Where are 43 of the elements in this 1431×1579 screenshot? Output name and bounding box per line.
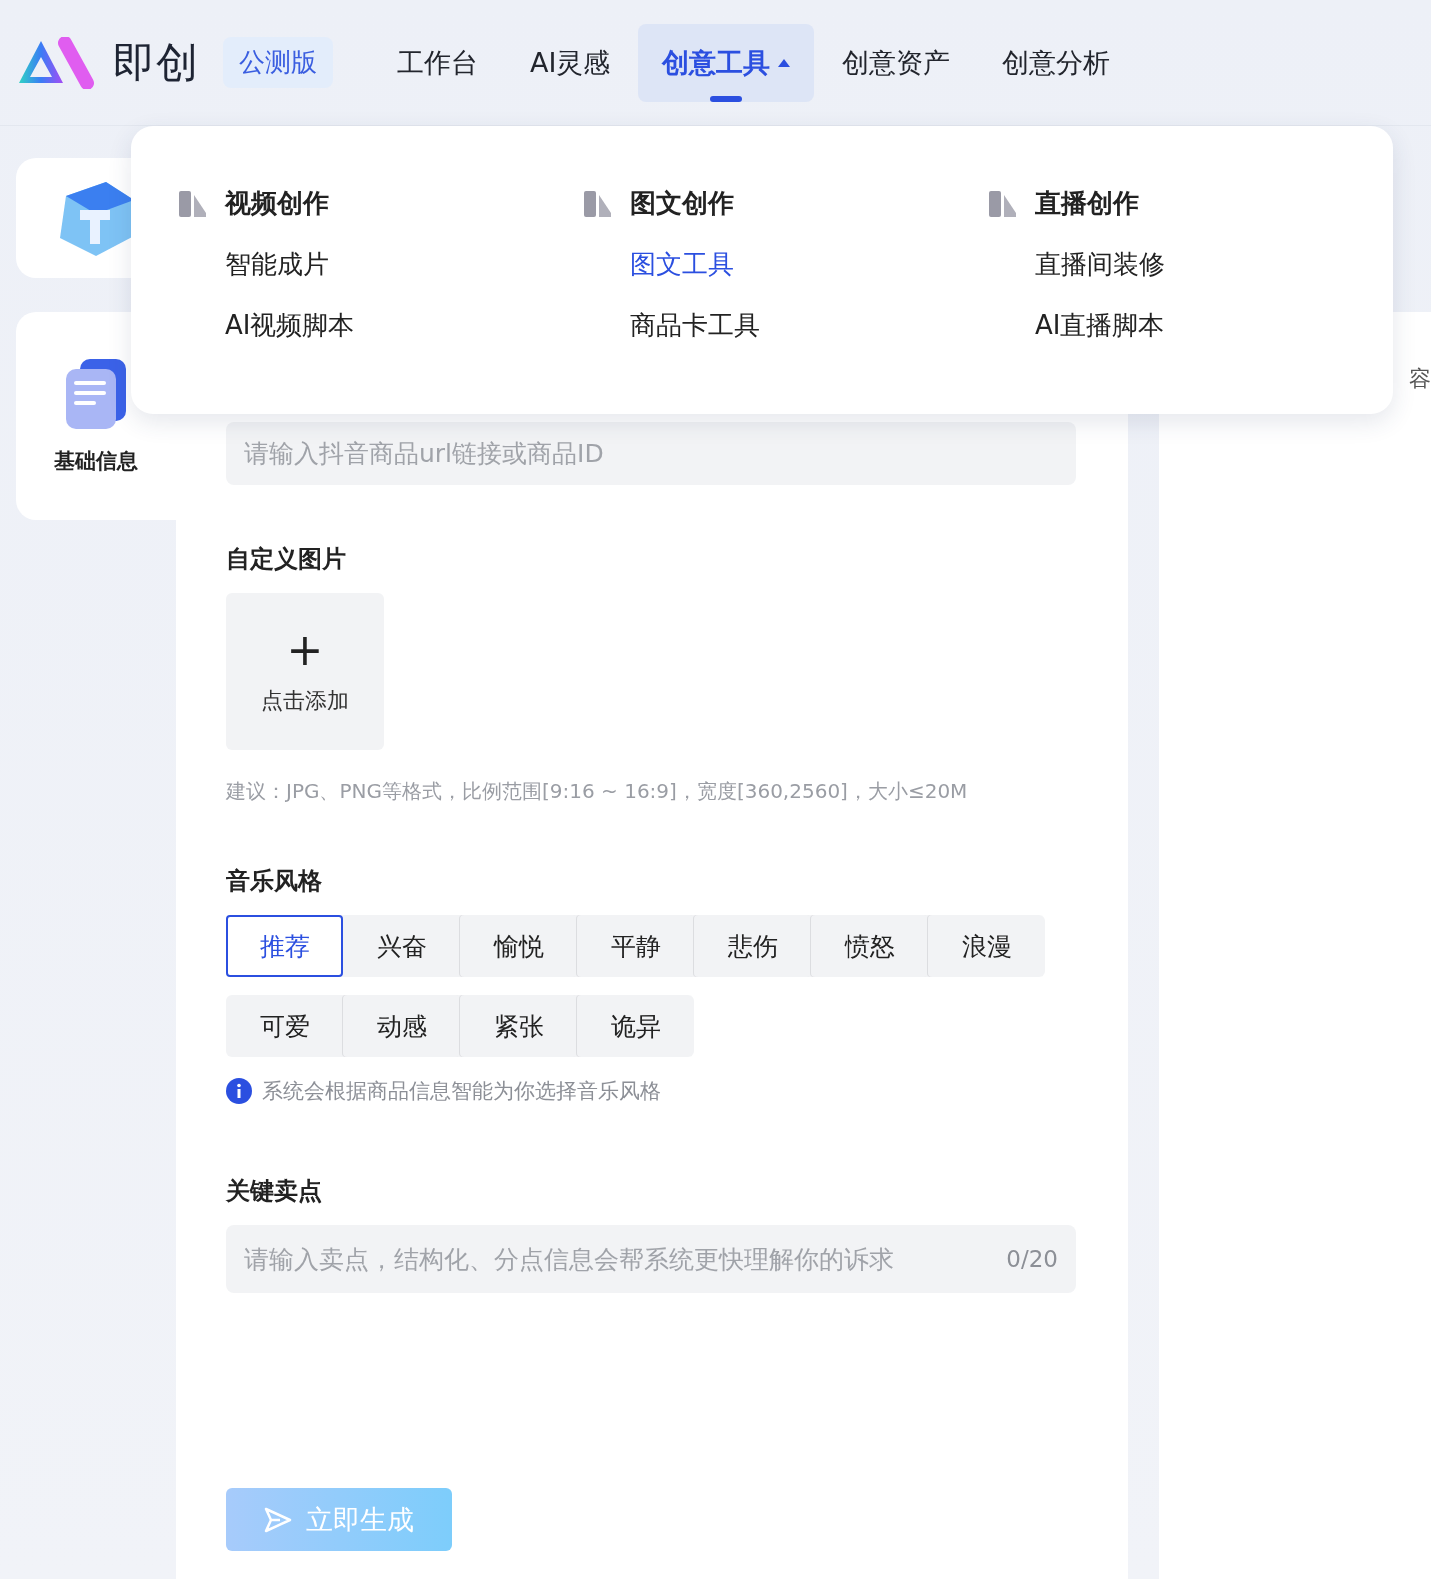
style-chip[interactable]: 愉悦 xyxy=(460,915,577,977)
group-icon xyxy=(989,190,1017,217)
style-chip[interactable]: 平静 xyxy=(577,915,694,977)
style-chip[interactable]: 紧张 xyxy=(460,995,577,1057)
nav-tab[interactable]: AI灵感 xyxy=(506,23,635,102)
group-icon xyxy=(179,190,207,217)
style-chip[interactable]: 诡异 xyxy=(577,995,694,1057)
sidebar-label: 基础信息 xyxy=(54,448,138,475)
send-icon xyxy=(264,1506,292,1533)
style-chip[interactable]: 兴奋 xyxy=(343,915,460,977)
menu-item[interactable]: AI视频脚本 xyxy=(225,308,584,343)
style-chip[interactable]: 推荐 xyxy=(226,915,343,977)
panel-text: 容 xyxy=(1409,365,1431,392)
active-indicator xyxy=(710,95,743,102)
nav-tab[interactable]: 创意工具 xyxy=(638,23,815,102)
style-chip[interactable]: 可爱 xyxy=(226,995,343,1057)
product-link-field[interactable]: 请输入抖音商品url链接或商品ID xyxy=(226,422,1076,485)
nav-tab[interactable]: 创意分析 xyxy=(978,23,1135,102)
section-title: 音乐风格 xyxy=(226,866,322,897)
menu-group-title: 视频创作 xyxy=(225,187,329,220)
menu-item[interactable]: 智能成片 xyxy=(225,247,584,282)
menu-item[interactable]: 直播间装修 xyxy=(1035,247,1394,282)
group-icon xyxy=(584,190,612,217)
char-counter: 0/20 xyxy=(1006,1246,1058,1272)
menu-item[interactable]: AI直播脚本 xyxy=(1035,308,1394,343)
nav-tab[interactable]: 工作台 xyxy=(373,23,502,102)
upload-button[interactable]: + 点击添加 xyxy=(226,593,384,750)
hint-text: 建议：JPG、PNG等格式，比例范围[9:16 ~ 16:9]，宽度[360,2560]，大小≤20M xyxy=(226,778,969,805)
style-chip[interactable]: 悲伤 xyxy=(694,915,811,977)
section-title: 自定义图片 xyxy=(226,544,346,575)
menu-item[interactable]: 图文工具 xyxy=(630,247,989,282)
style-chip[interactable]: 动感 xyxy=(343,995,460,1057)
beta-badge: 公测版 xyxy=(223,37,333,88)
nav-tab[interactable]: 创意资产 xyxy=(818,23,975,102)
menu-item[interactable]: 商品卡工具 xyxy=(630,308,989,343)
style-chip[interactable]: 愤怒 xyxy=(811,915,928,977)
menu-group-title: 直播创作 xyxy=(1035,187,1139,220)
logo-text: 即创 xyxy=(113,36,199,89)
menu-group-title: 图文创作 xyxy=(630,187,734,220)
section-title: 关键卖点 xyxy=(226,1176,322,1207)
style-chip[interactable]: 浪漫 xyxy=(928,915,1045,977)
note-text: 系统会根据商品信息智能为你选择音乐风格 xyxy=(262,1078,661,1105)
info-icon xyxy=(226,1078,252,1104)
